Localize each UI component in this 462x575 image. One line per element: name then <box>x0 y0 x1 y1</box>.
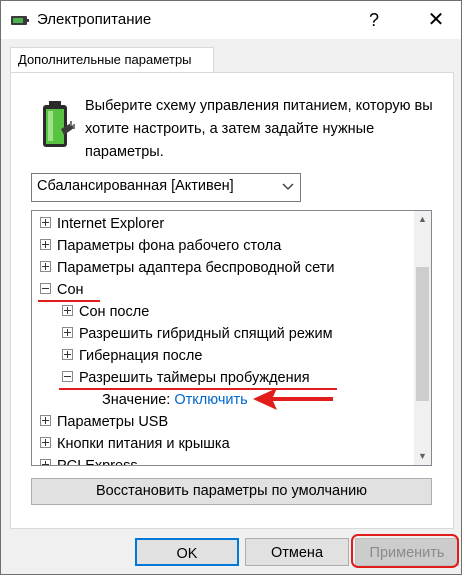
value-dropdown[interactable]: Отключить <box>174 392 247 408</box>
tree-item-wireless-adapter[interactable]: Параметры адаптера беспроводной сети <box>40 257 334 279</box>
tree-item-hibernate-after[interactable]: Гибернация после <box>62 345 202 367</box>
red-arrow-icon <box>253 388 333 410</box>
power-options-icon <box>11 16 29 25</box>
expand-plus-icon[interactable] <box>40 216 51 228</box>
ok-button[interactable]: OK <box>135 538 239 566</box>
tree-item-label: PCI Express <box>57 458 138 466</box>
expand-plus-icon[interactable] <box>40 414 51 426</box>
window-title: Электропитание <box>37 11 152 28</box>
vertical-scrollbar[interactable]: ▲ ▼ <box>414 211 431 465</box>
tree-item-label: Гибернация после <box>79 348 203 364</box>
tree-item-desktop-background[interactable]: Параметры фона рабочего стола <box>40 235 281 257</box>
red-highlight-ring <box>351 534 459 568</box>
tree-item-label: Разрешить таймеры пробуждения <box>79 370 310 386</box>
tab-advanced-settings[interactable]: Дополнительные параметры <box>10 47 214 74</box>
expand-plus-icon[interactable] <box>62 326 73 338</box>
tree-item-label: Сон <box>57 282 84 298</box>
tree-item-label: Параметры фона рабочего стола <box>57 238 282 254</box>
tree-item-internet-explorer[interactable]: Internet Explorer <box>40 213 164 235</box>
cancel-button[interactable]: Отмена <box>245 538 349 566</box>
restore-defaults-button[interactable]: Восстановить параметры по умолчанию <box>31 478 432 505</box>
expand-plus-icon[interactable] <box>40 458 51 465</box>
tree-item-label: Параметры USB <box>57 414 169 430</box>
tree-item-usb[interactable]: Параметры USB <box>40 411 168 433</box>
power-options-dialog: Электропитание ? ✕ Дополнительные параме… <box>0 0 462 575</box>
tree-item-label: Сон после <box>79 304 150 320</box>
tree-item-hybrid-sleep[interactable]: Разрешить гибридный спящий режим <box>62 323 333 345</box>
tree-item-sleep[interactable]: Сон <box>40 279 84 301</box>
tree-item-power-buttons[interactable]: Кнопки питания и крышка <box>40 433 230 455</box>
value-label: Значение: <box>102 392 171 408</box>
settings-panel: Выберите схему управления питанием, кото… <box>10 72 454 529</box>
tree-item-sleep-after[interactable]: Сон после <box>62 301 149 323</box>
settings-tree[interactable]: Internet Explorer Параметры фона рабочег… <box>31 210 432 466</box>
description-text: Выберите схему управления питанием, кото… <box>85 98 433 160</box>
close-button[interactable]: ✕ <box>413 1 459 39</box>
power-plan-select[interactable]: Сбалансированная [Активен] <box>31 173 301 202</box>
help-button[interactable]: ? <box>351 1 397 39</box>
expand-plus-icon[interactable] <box>40 238 51 250</box>
tree-item-label: Параметры адаптера беспроводной сети <box>57 260 335 276</box>
scroll-up-arrow-icon[interactable]: ▲ <box>414 211 431 228</box>
battery-plug-icon <box>43 101 75 147</box>
tree-item-label: Разрешить гибридный спящий режим <box>79 326 333 342</box>
tree-item-pci-express[interactable]: PCI Express <box>40 455 138 466</box>
collapse-minus-icon[interactable] <box>40 282 51 294</box>
title-bar: Электропитание ? ✕ <box>1 1 461 39</box>
tree-item-label: Кнопки питания и крышка <box>57 436 230 452</box>
expand-plus-icon[interactable] <box>40 436 51 448</box>
expand-plus-icon[interactable] <box>62 348 73 360</box>
power-plan-value: Сбалансированная [Активен] <box>37 178 234 194</box>
scroll-thumb[interactable] <box>416 267 429 401</box>
setting-value-row: Значение: Отключить <box>102 389 248 411</box>
tree-item-label: Internet Explorer <box>57 216 165 232</box>
expand-plus-icon[interactable] <box>62 304 73 316</box>
chevron-down-icon <box>282 183 294 190</box>
expand-plus-icon[interactable] <box>40 260 51 272</box>
scroll-down-arrow-icon[interactable]: ▼ <box>414 448 431 465</box>
tab-label: Дополнительные параметры <box>18 52 192 67</box>
collapse-minus-icon[interactable] <box>62 370 73 382</box>
